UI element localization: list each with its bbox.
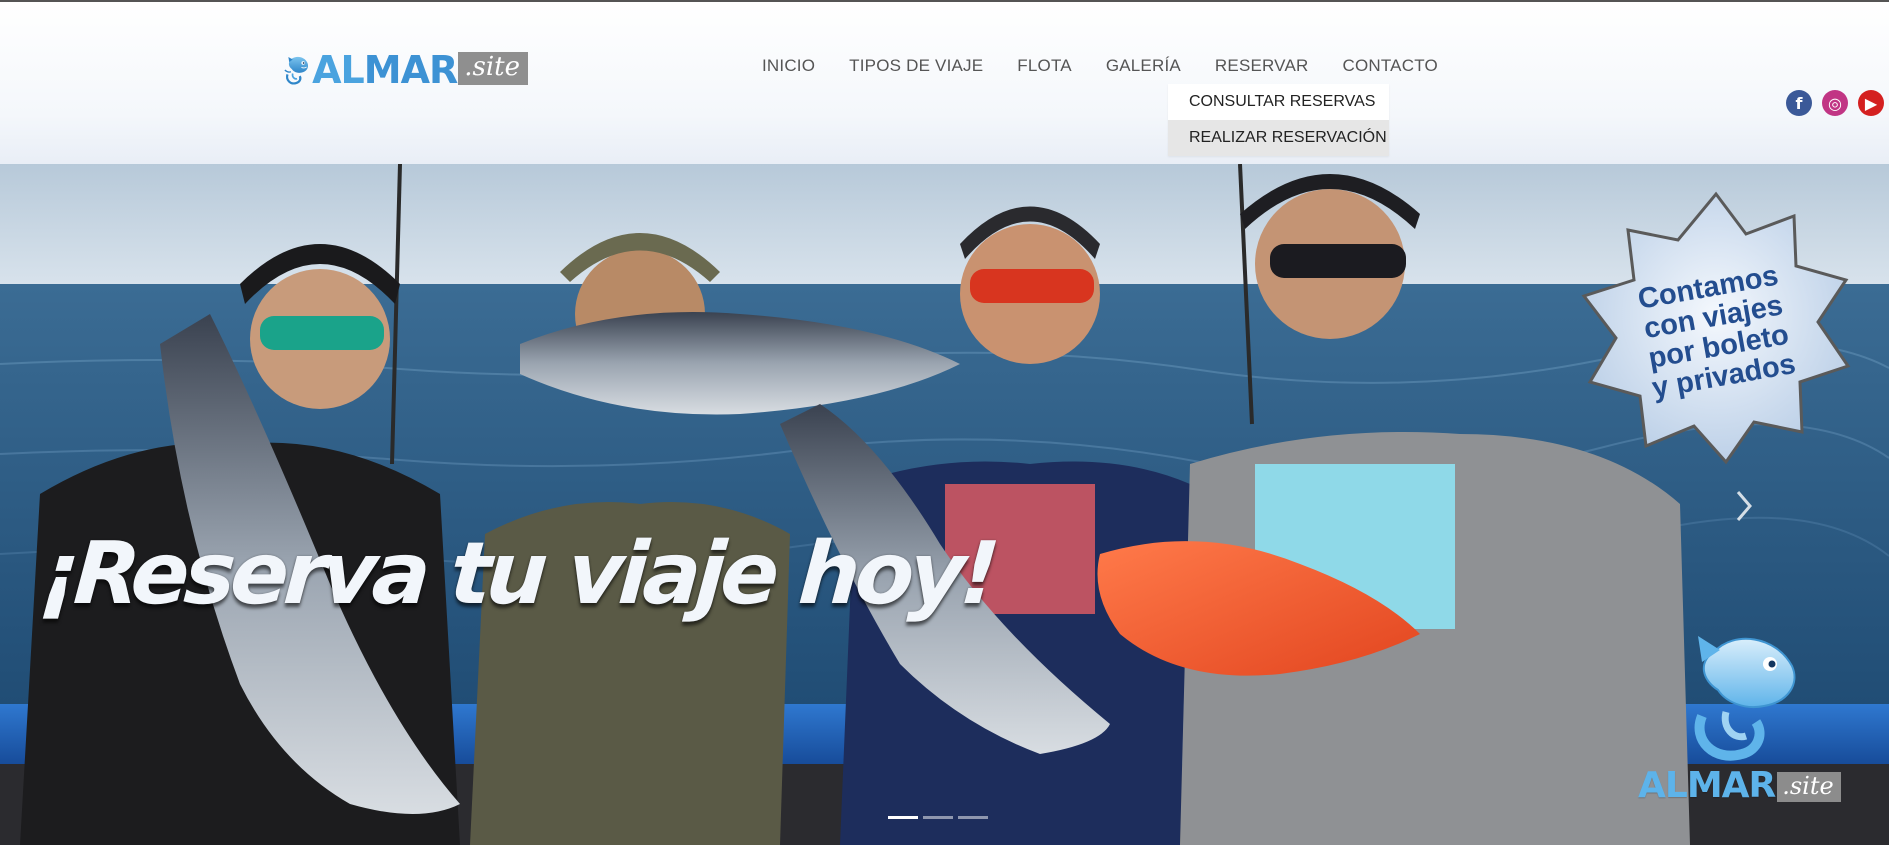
nav-contacto[interactable]: CONTACTO bbox=[1342, 56, 1437, 76]
slide-indicator-2[interactable] bbox=[923, 816, 953, 819]
logo-text-mar: MAR bbox=[363, 48, 458, 92]
logo-wordmark: AL MAR .site bbox=[312, 51, 528, 89]
hero-slider: ¡Reserva tu viaje hoy! Contamos con viaj… bbox=[0, 164, 1889, 845]
chevron-right-icon bbox=[1736, 491, 1752, 521]
social-links: f ◎ ▶ bbox=[1786, 90, 1884, 116]
menu-item-realizar-reservacion[interactable]: REALIZAR RESERVACIÓN bbox=[1168, 120, 1389, 156]
watermark-text-site: .site bbox=[1777, 772, 1841, 802]
nav-inicio[interactable]: INICIO bbox=[762, 56, 815, 76]
watermark-logo: AL MAR .site bbox=[1638, 622, 1846, 822]
logo-text-site: .site bbox=[458, 51, 528, 85]
watermark-text-mar: MAR bbox=[1686, 765, 1776, 806]
site-header: AL MAR .site INICIO TIPOS DE VIAJE FLOTA… bbox=[0, 2, 1889, 164]
hero-headline: ¡Reserva tu viaje hoy! bbox=[36, 524, 999, 624]
instagram-icon[interactable]: ◎ bbox=[1822, 90, 1848, 116]
nav-reservar[interactable]: RESERVAR bbox=[1215, 56, 1309, 76]
nav-galeria[interactable]: GALERÍA bbox=[1106, 56, 1181, 76]
menu-item-consultar-reservas[interactable]: CONSULTAR RESERVAS bbox=[1168, 84, 1389, 120]
main-nav: INICIO TIPOS DE VIAJE FLOTA GALERÍA RESE… bbox=[762, 54, 1438, 78]
reservar-dropdown-menu: CONSULTAR RESERVAS REALIZAR RESERVACIÓN bbox=[1168, 84, 1389, 156]
logo-text-al: AL bbox=[312, 48, 365, 92]
youtube-icon[interactable]: ▶ bbox=[1858, 90, 1884, 116]
watermark-wordmark: AL MAR .site bbox=[1638, 768, 1841, 804]
nav-tipos-de-viaje[interactable]: TIPOS DE VIAJE bbox=[849, 56, 983, 76]
watermark-text-al: AL bbox=[1638, 765, 1688, 806]
trip-types-badge: Contamos con viajes por boleto y privado… bbox=[1578, 190, 1854, 466]
slide-indicator-3[interactable] bbox=[958, 816, 988, 819]
slide-indicators bbox=[888, 816, 988, 819]
nav-flota[interactable]: FLOTA bbox=[1017, 56, 1072, 76]
next-slide-button[interactable] bbox=[1730, 486, 1758, 526]
slide-indicator-1[interactable] bbox=[888, 816, 918, 819]
site-logo[interactable]: AL MAR .site bbox=[284, 32, 528, 108]
fish-icon bbox=[284, 56, 309, 85]
page-bottom-edge bbox=[0, 845, 1889, 849]
fish-icon bbox=[1694, 636, 1796, 761]
facebook-icon[interactable]: f bbox=[1786, 90, 1812, 116]
